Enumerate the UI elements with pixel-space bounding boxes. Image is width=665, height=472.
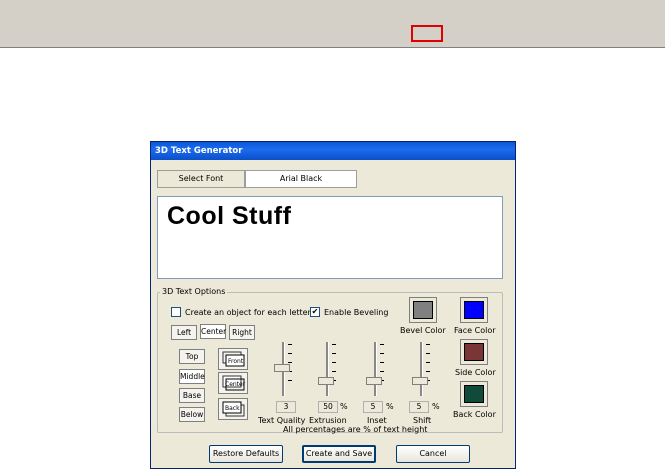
- extrusion-unit: %: [340, 402, 348, 411]
- inset-value: 5: [363, 401, 383, 413]
- valign-top-button[interactable]: Top: [179, 349, 205, 364]
- enable-beveling-label: Enable Beveling: [324, 308, 389, 317]
- extrusion-label: Extrusion: [309, 416, 347, 425]
- bevel-color-button[interactable]: [409, 297, 437, 323]
- tab-select-font[interactable]: Select Font: [157, 170, 245, 188]
- slider-thumb[interactable]: [318, 377, 334, 385]
- align-left-button[interactable]: Left: [171, 325, 197, 340]
- create-object-label: Create an object for each letter: [185, 308, 311, 317]
- back-color-swatch: [464, 385, 484, 403]
- cancel-button[interactable]: Cancel: [396, 445, 470, 463]
- back-color-button[interactable]: [460, 381, 488, 407]
- back-color-label: Back Color: [453, 410, 496, 419]
- face-color-swatch: [464, 301, 484, 319]
- align-center-button[interactable]: Center: [200, 324, 226, 339]
- create-object-checkbox[interactable]: [171, 307, 181, 317]
- front-icon-label: Front: [228, 358, 244, 365]
- create-and-save-button[interactable]: Create and Save: [302, 445, 376, 463]
- dialog-title[interactable]: 3D Text Generator: [151, 142, 515, 160]
- valign-middle-button[interactable]: Middle: [179, 369, 205, 384]
- center-view-icon-label: Center: [225, 381, 246, 388]
- highlight-marker: [411, 25, 443, 42]
- text-quality-value: 3: [276, 401, 296, 413]
- align-right-button[interactable]: Right: [229, 325, 255, 340]
- text-preview[interactable]: Cool Stuff: [157, 196, 503, 279]
- view-front-button[interactable]: Front: [218, 348, 248, 370]
- slider-thumb[interactable]: [366, 377, 382, 385]
- percentage-note: All percentages are % of text height: [283, 425, 428, 434]
- shift-value: 5: [409, 401, 429, 413]
- center-view-icon: Center: [222, 375, 246, 391]
- shift-label: Shift: [413, 416, 432, 425]
- text-quality-label: Text Quality: [258, 416, 306, 425]
- view-center-button[interactable]: Center: [218, 372, 248, 394]
- slider-thumb[interactable]: [412, 377, 428, 385]
- inset-unit: %: [386, 402, 394, 411]
- restore-defaults-button[interactable]: Restore Defaults: [209, 445, 283, 463]
- valign-below-button[interactable]: Below: [179, 407, 205, 422]
- slider-thumb[interactable]: [274, 364, 290, 372]
- extrusion-value: 50: [318, 401, 338, 413]
- top-toolbar: [0, 0, 665, 48]
- enable-beveling-checkbox[interactable]: ✔: [310, 307, 320, 317]
- bevel-color-swatch: [413, 301, 433, 319]
- options-group-title: 3D Text Options: [160, 287, 228, 296]
- side-color-label: Side Color: [455, 368, 496, 377]
- shift-slider[interactable]: [409, 342, 433, 398]
- tab-font-name[interactable]: Arial Black: [245, 170, 357, 188]
- view-back-button[interactable]: Back: [218, 398, 248, 420]
- extrusion-slider[interactable]: [315, 342, 339, 398]
- bevel-color-label: Bevel Color: [400, 326, 446, 335]
- preview-text: Cool Stuff: [167, 202, 292, 230]
- face-color-label: Face Color: [454, 326, 496, 335]
- side-color-swatch: [464, 343, 484, 361]
- valign-base-button[interactable]: Base: [179, 388, 205, 403]
- front-icon: Front: [222, 351, 245, 367]
- shift-unit: %: [432, 402, 440, 411]
- side-color-button[interactable]: [460, 339, 488, 365]
- back-icon-label: Back: [225, 405, 240, 412]
- text-quality-slider[interactable]: [271, 342, 295, 398]
- inset-label: Inset: [367, 416, 387, 425]
- face-color-button[interactable]: [460, 297, 488, 323]
- inset-slider[interactable]: [363, 342, 387, 398]
- back-icon: Back: [222, 401, 245, 417]
- dialog-3d-text-generator: 3D Text Generator Select Font Arial Blac…: [150, 141, 516, 469]
